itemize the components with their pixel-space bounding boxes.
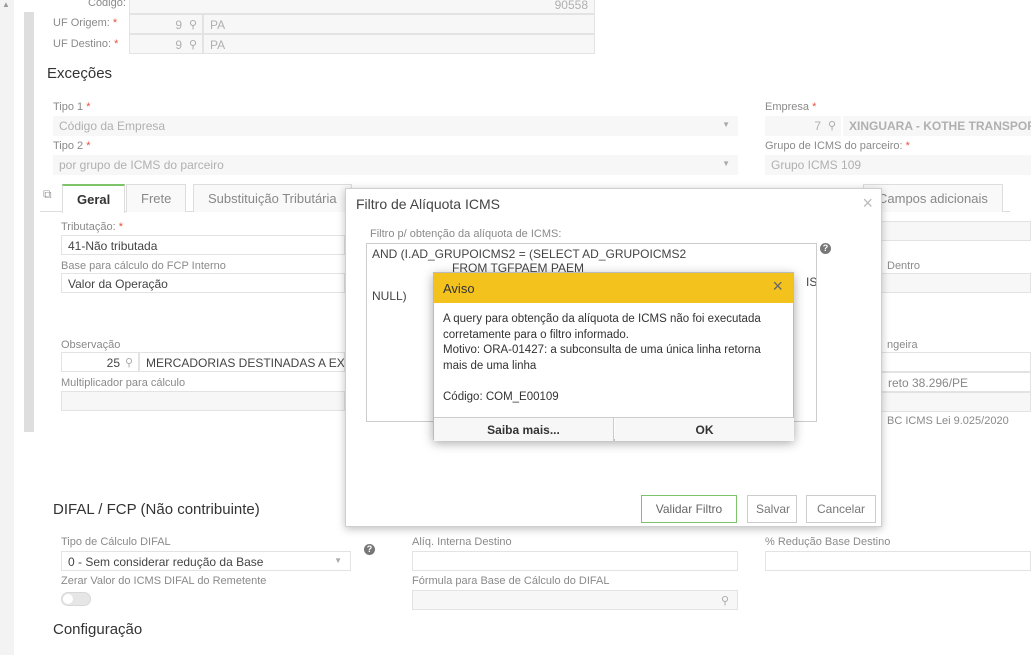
tributacao-label: Tributação: *	[61, 221, 123, 233]
close-icon[interactable]: ×	[862, 193, 873, 214]
empresa-value: XINGUARA - KOTHE TRANSPOR	[843, 116, 1031, 136]
chevron-down-icon: ▼	[334, 556, 342, 565]
codigo-label: Código:	[88, 0, 126, 9]
reducao-label: % Redução Base Destino	[765, 536, 891, 548]
decreto-field[interactable]: reto 38.296/PE	[881, 372, 1031, 392]
multiplicador-field[interactable]	[61, 391, 345, 411]
excecoes-title: Exceções	[47, 65, 113, 82]
validar-filtro-button[interactable]: Validar Filtro	[641, 495, 737, 523]
empresa-code-field[interactable]: 7 ⚲	[765, 116, 841, 136]
base-fcp-field[interactable]: Valor da Operação	[61, 273, 345, 293]
zerar-label: Zerar Valor do ICMS DIFAL do Remetente	[61, 575, 267, 587]
ok-button[interactable]: OK	[615, 418, 794, 441]
page-scrollbar[interactable]: ▲	[0, 0, 14, 655]
aviso-header: Aviso ×	[434, 273, 793, 303]
search-icon[interactable]: ⚲	[189, 18, 197, 31]
aviso-line-2: corretamente para o filtro informado.	[443, 328, 630, 341]
filtro-label: Filtro p/ obtenção da alíquota de ICMS:	[370, 228, 562, 240]
right-field-3[interactable]	[881, 352, 1031, 372]
aliq-field[interactable]	[412, 551, 738, 571]
base-fcp-label: Base para cálculo do FCP Interno	[61, 260, 226, 272]
right-field-1[interactable]	[881, 221, 1031, 241]
uf-origem-label: UF Origem: *	[53, 17, 118, 29]
aviso-line-4: mais de uma linha	[443, 359, 537, 372]
tab-geral[interactable]: Geral	[62, 184, 126, 213]
aviso-dialog: Aviso × A query para obtenção da alíquot…	[433, 272, 794, 441]
search-icon[interactable]: ⚲	[125, 356, 133, 369]
help-icon[interactable]: ?	[364, 544, 375, 555]
formula-field[interactable]: ⚲	[412, 590, 738, 610]
dentro-label: Dentro	[887, 260, 921, 272]
cancelar-button[interactable]: Cancelar	[806, 495, 876, 523]
reducao-field[interactable]	[765, 551, 1031, 571]
grupo-field[interactable]: Grupo ICMS 109	[765, 155, 1031, 175]
salvar-button[interactable]: Salvar	[747, 495, 797, 523]
right-field-2[interactable]	[881, 273, 1031, 293]
uf-destino-code-field[interactable]: 9 ⚲	[129, 34, 203, 54]
search-icon[interactable]: ⚲	[828, 119, 836, 132]
tipo-calculo-select[interactable]: 0 - Sem considerar redução da Base ▼	[61, 551, 351, 571]
codigo-field: 90558	[129, 0, 595, 14]
tipo1-label: Tipo 1 *	[53, 101, 91, 113]
tab-substituicao[interactable]: Substituição Tributária	[193, 184, 352, 212]
aviso-message: A query para obtenção da alíquota de ICM…	[443, 312, 788, 406]
chevron-down-icon: ▼	[722, 120, 730, 129]
scrollbar-thumb[interactable]	[24, 12, 34, 432]
close-icon[interactable]: ×	[772, 276, 783, 297]
uf-destino-label: UF Destino: *	[53, 38, 119, 50]
search-icon[interactable]: ⚲	[721, 594, 729, 607]
aliq-label: Alíq. Interna Destino	[412, 536, 512, 548]
multiplicador-label: Multiplicador para cálculo	[61, 377, 186, 389]
observacao-label: Observação	[61, 339, 121, 351]
tipo1-select[interactable]: Código da Empresa ▼	[53, 116, 738, 136]
chevron-down-icon: ▼	[722, 159, 730, 168]
estrangeira-label: ngeira	[887, 339, 918, 351]
saiba-mais-button[interactable]: Saiba mais...	[434, 418, 614, 441]
observacao-value: MERCADORIAS DESTINADAS A EX	[139, 352, 345, 372]
tributacao-field[interactable]: 41-Não tributada	[61, 235, 345, 255]
tipo-calculo-label: Tipo de Cálculo DIFAL	[61, 536, 171, 548]
difal-title: DIFAL / FCP (Não contribuinte)	[53, 501, 260, 518]
uf-destino-value: PA	[203, 34, 595, 54]
empresa-label: Empresa *	[765, 101, 817, 113]
help-icon[interactable]: ?	[820, 243, 831, 254]
uf-origem-value: PA	[203, 14, 595, 34]
right-field-4[interactable]	[881, 392, 1031, 412]
scroll-up-icon[interactable]: ▲	[2, 0, 10, 9]
observacao-code-field[interactable]: 25 ⚲	[61, 352, 139, 372]
tipo2-select[interactable]: por grupo de ICMS do parceiro ▼	[53, 155, 738, 175]
aviso-footer: Saiba mais... OK	[434, 417, 794, 441]
tab-campos-adicionais[interactable]: Campos adicionais	[863, 184, 1003, 212]
zerar-toggle[interactable]	[61, 592, 91, 606]
aviso-line-1: A query para obtenção da alíquota de ICM…	[443, 313, 761, 325]
uf-origem-code-field[interactable]: 9 ⚲	[129, 14, 203, 34]
aviso-codigo: Código: COM_E00109	[443, 391, 559, 403]
tab-frete[interactable]: Frete	[126, 184, 187, 212]
modal-title: Filtro de Alíquota ICMS	[356, 196, 500, 212]
aviso-title: Aviso	[443, 281, 475, 296]
aviso-line-3: Motivo: ORA-01427: a subconsulta de uma …	[443, 344, 761, 356]
tipo2-label: Tipo 2 *	[53, 140, 91, 152]
search-icon[interactable]: ⚲	[189, 38, 197, 51]
page: ▲ Código: 90558 UF Origem: * 9 ⚲ PA UF De…	[0, 0, 1031, 655]
formula-label: Fórmula para Base de Cálculo do DIFAL	[412, 575, 610, 587]
grupo-label: Grupo de ICMS do parceiro: *	[765, 140, 910, 152]
configuracao-title: Configuração	[53, 621, 143, 638]
bc-icms-label: BC ICMS Lei 9.025/2020	[887, 415, 1009, 427]
